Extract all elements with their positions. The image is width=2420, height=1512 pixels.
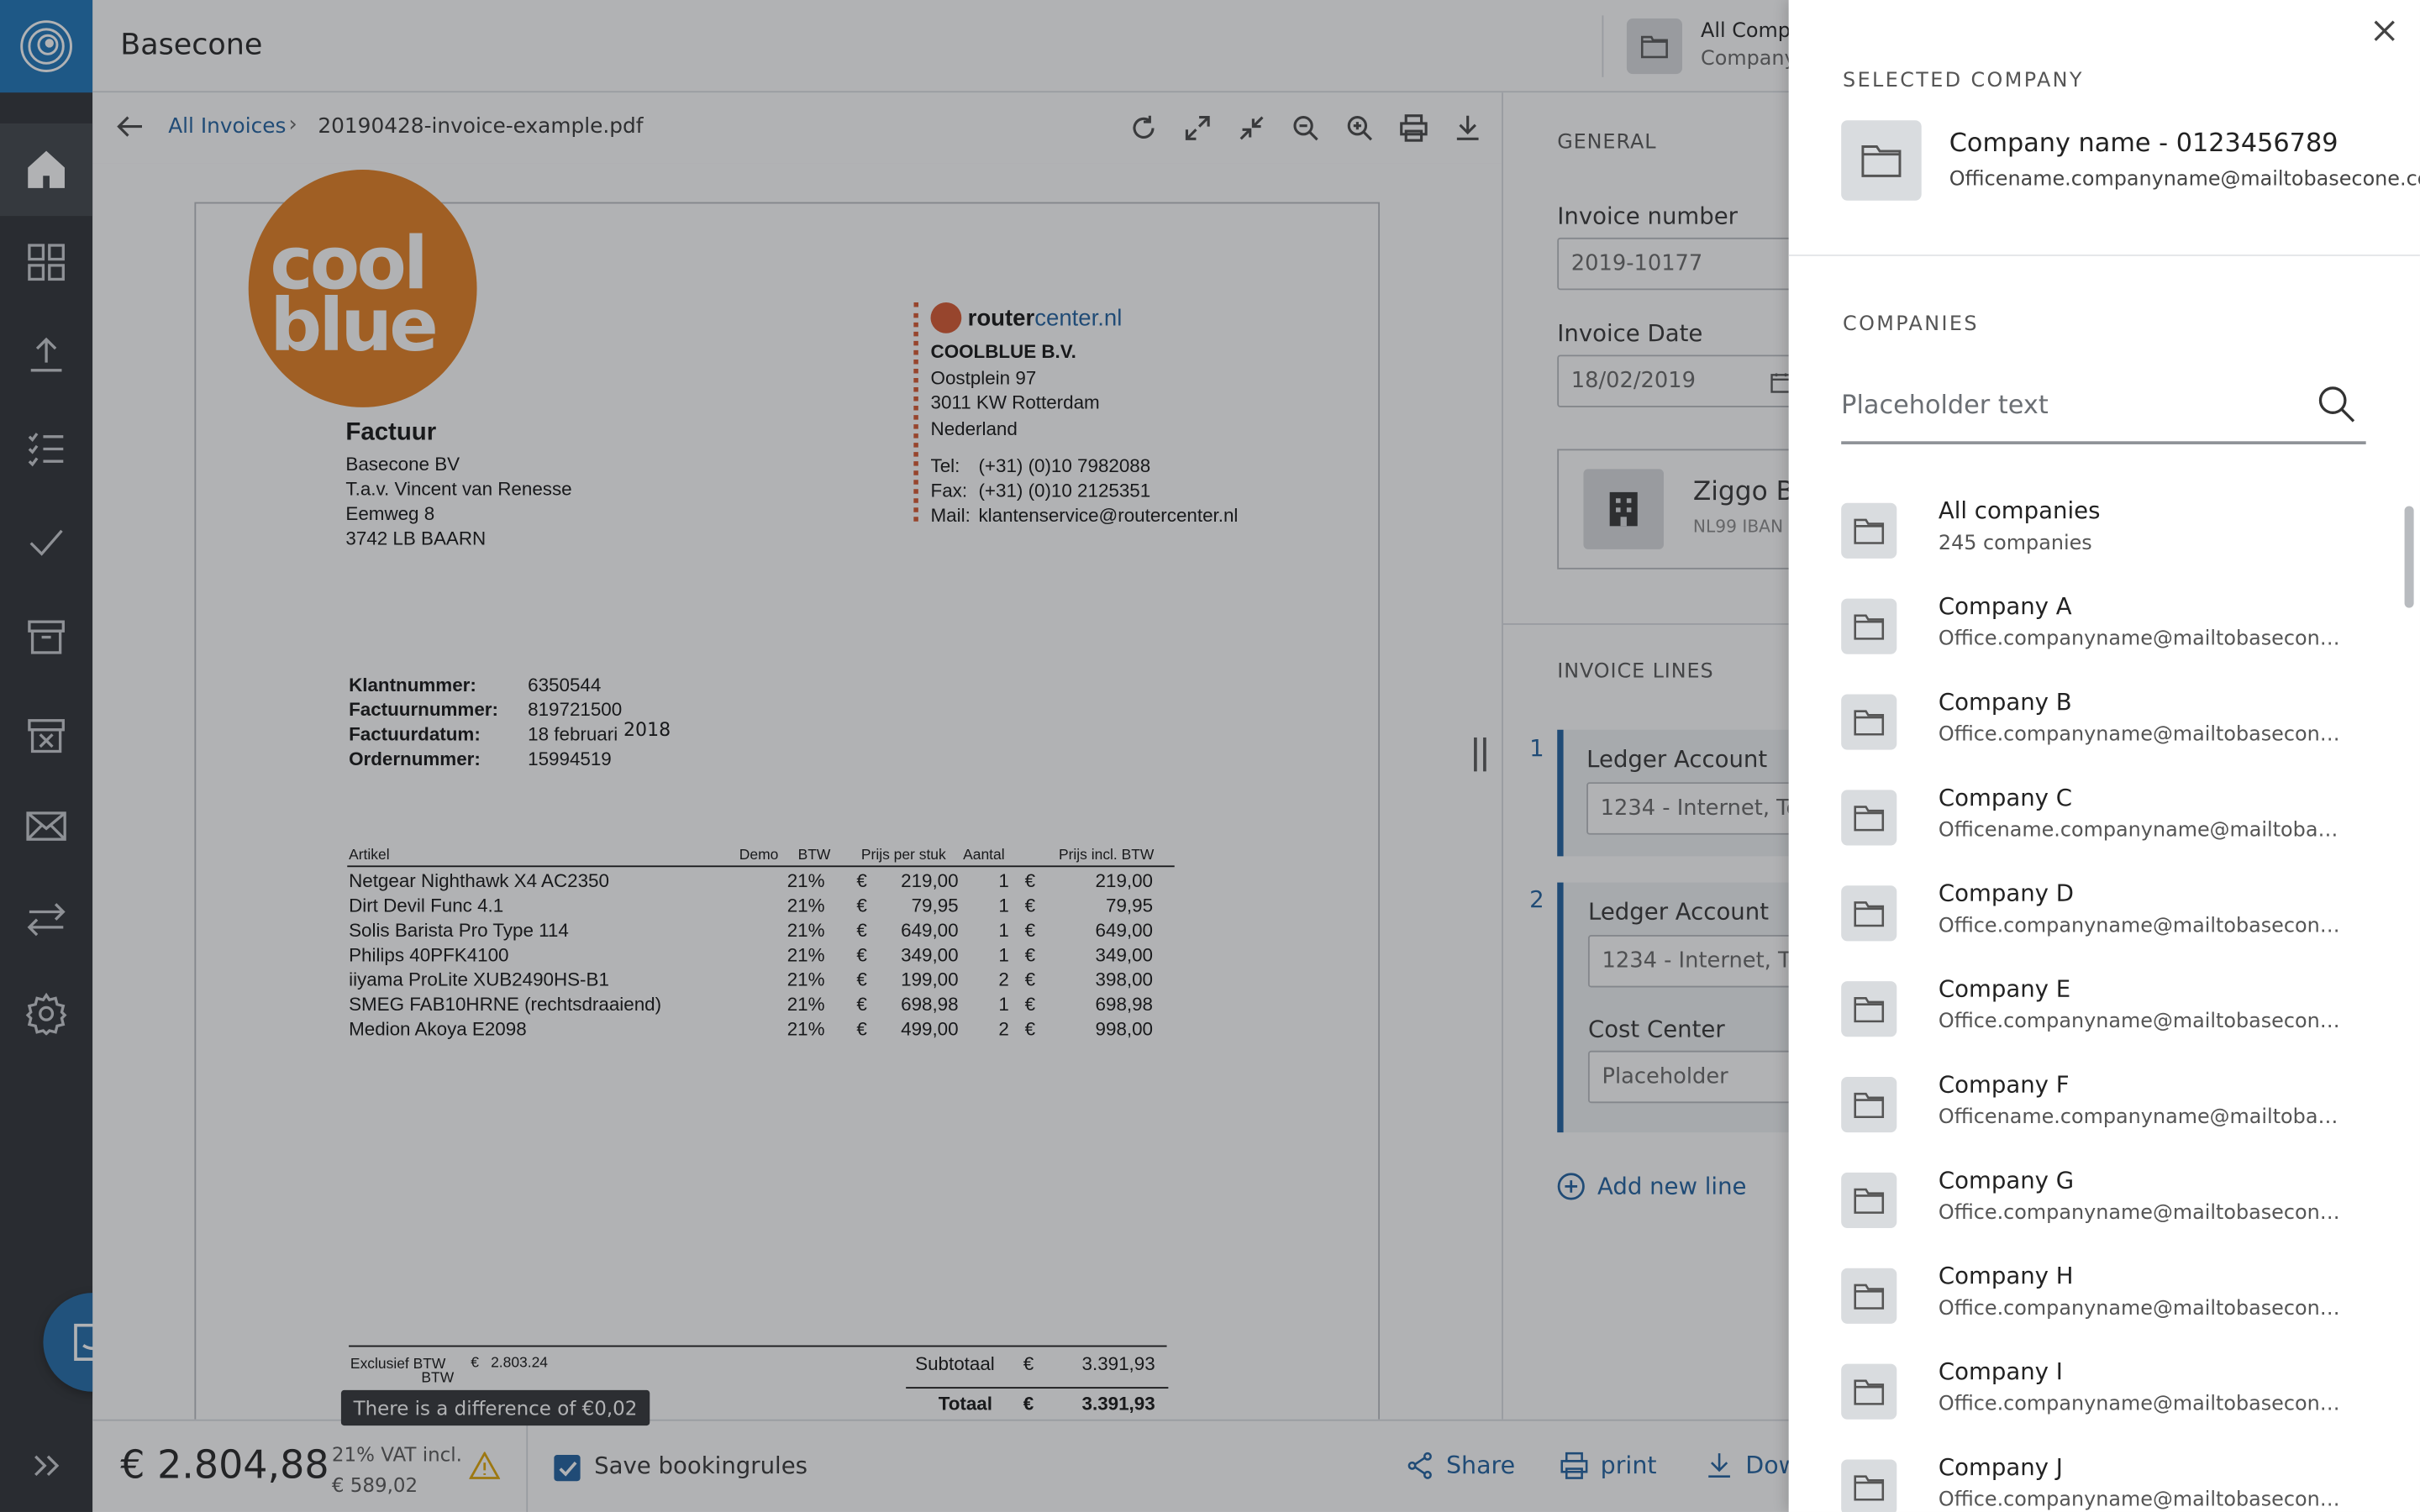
folder-icon: [1854, 1379, 1885, 1405]
company-subtext: Office.companyname@mailtobasecone.com: [1938, 1011, 2348, 1034]
folder-icon: [1854, 1188, 1885, 1214]
companies-heading: COMPANIES: [1843, 312, 1979, 337]
company-item[interactable]: Company C Officename.companyname@mailtoba…: [1841, 771, 2365, 858]
company-name: Company F: [1938, 1070, 2070, 1099]
company-subtext: Office.companyname@mailtobasecone.com: [1938, 1488, 2348, 1512]
company-subtext: Office.companyname@mailtobasecone.com: [1938, 1393, 2348, 1417]
folder-icon: [1854, 614, 1885, 640]
folder-icon: [1854, 1092, 1885, 1119]
company-subtext: Office.companyname@mailtobasecone.com: [1938, 627, 2348, 652]
company-item[interactable]: Company E Office.companyname@mailtobaseco…: [1841, 963, 2365, 1049]
company-icon-box: [1841, 885, 1897, 942]
folder-icon: [1854, 806, 1885, 832]
company-item[interactable]: Company F Officename.companyname@mailtoba…: [1841, 1058, 2365, 1145]
company-subtext: 245 companies: [1938, 532, 2092, 556]
company-selector-panel: SELECTED COMPANY Company name - 01234567…: [1788, 0, 2420, 1512]
folder-icon: [1854, 1475, 1885, 1501]
folder-icon: [1854, 1284, 1885, 1310]
company-icon-box: [1841, 694, 1897, 750]
company-item[interactable]: Company H Office.companyname@mailtobaseco…: [1841, 1250, 2365, 1336]
folder-icon: [1861, 145, 1902, 177]
selected-company-name: Company name - 0123456789: [1949, 128, 2338, 158]
company-list-scrollbar[interactable]: [2403, 500, 2416, 1512]
company-search: [1841, 370, 2366, 444]
company-name: Company C: [1938, 784, 2072, 812]
company-item[interactable]: Company B Office.companyname@mailtobaseco…: [1841, 675, 2365, 762]
company-item[interactable]: Company G Office.companyname@mailtobaseco…: [1841, 1154, 2365, 1241]
modal-backdrop[interactable]: [0, 0, 1789, 1512]
selected-company-icon-box: [1841, 120, 1922, 201]
company-icon-box: [1841, 981, 1897, 1037]
company-subtext: Office.companyname@mailtobasecone.com: [1938, 915, 2348, 938]
company-list: All companies 245 companies Company A Offic…: [1789, 485, 2420, 1512]
scrollbar-thumb[interactable]: [2404, 506, 2414, 608]
company-subtext: Office.companyname@mailtobasecone.com: [1938, 723, 2348, 747]
folder-icon: [1854, 901, 1885, 927]
company-subtext: Officename.companyname@mailtobaseco...: [1938, 1105, 2348, 1130]
company-search-input[interactable]: [1841, 384, 2289, 425]
company-icon-box: [1841, 1459, 1897, 1512]
company-name: Company J: [1938, 1453, 2063, 1482]
company-icon-box: [1841, 790, 1897, 846]
search-icon[interactable]: [2317, 384, 2357, 424]
company-name: Company I: [1938, 1357, 2063, 1386]
company-icon-box: [1841, 598, 1897, 654]
company-item[interactable]: Company D Office.companyname@mailtobaseco…: [1841, 867, 2365, 953]
company-name: Company H: [1938, 1262, 2074, 1290]
panel-divider: [1788, 255, 2420, 256]
company-name: All companies: [1938, 496, 2101, 525]
company-name: Company D: [1938, 879, 2074, 907]
folder-icon: [1854, 710, 1885, 736]
company-name: Company B: [1938, 688, 2072, 717]
company-name: Company E: [1938, 974, 2071, 1003]
company-name: Company A: [1938, 592, 2072, 621]
company-icon-box: [1841, 502, 1897, 559]
selected-company-mail: Officename.companyname@mailtobasecone.co…: [1949, 168, 2420, 192]
company-icon-box: [1841, 1172, 1897, 1229]
company-item-all[interactable]: All companies 245 companies: [1841, 485, 2365, 571]
folder-icon: [1854, 997, 1885, 1023]
folder-icon: [1854, 518, 1885, 544]
company-item[interactable]: Company J Office.companyname@mailtobaseco…: [1841, 1441, 2365, 1512]
company-icon-box: [1841, 1077, 1897, 1133]
company-icon-box: [1841, 1268, 1897, 1324]
company-item[interactable]: Company I Office.companyname@mailtobaseco…: [1841, 1346, 2365, 1432]
company-name: Company G: [1938, 1166, 2075, 1194]
company-icon-box: [1841, 1363, 1897, 1420]
company-subtext: Office.companyname@mailtobasecone.com: [1938, 1297, 2348, 1321]
close-panel-button[interactable]: [2372, 18, 2403, 50]
company-subtext: Office.companyname@mailtobasecone.com: [1938, 1201, 2348, 1226]
selected-company-heading: SELECTED COMPANY: [1843, 69, 2084, 93]
company-subtext: Officename.companyname@mailtobaseco...: [1938, 819, 2348, 843]
company-item[interactable]: Company A Office.companyname@mailtobaseco…: [1841, 580, 2365, 667]
close-icon: [2374, 20, 2395, 41]
